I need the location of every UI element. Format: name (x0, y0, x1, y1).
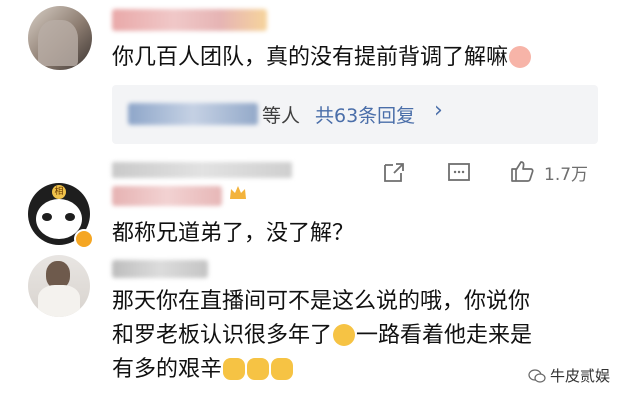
comment-line-2b: 一路看着他走来是 (356, 323, 533, 348)
verified-badge-icon (74, 229, 94, 249)
cat-emoji-icon (247, 358, 270, 380)
wechat-icon (528, 368, 546, 384)
username-blurred[interactable] (112, 9, 267, 31)
timestamp-blurred (112, 162, 292, 178)
reply-users-blurred (128, 103, 258, 125)
comment-line-3-text: 有多的艰辛 (112, 357, 223, 382)
watermark-text: 牛皮贰娱 (550, 367, 611, 385)
username-blurred[interactable] (112, 260, 208, 278)
comment-line-2: 和罗老板认识很多年了 一路看着他走来是 (112, 319, 612, 353)
cat-emoji-icon (223, 358, 246, 380)
laughing-tears-emoji-icon (333, 324, 356, 346)
share-icon[interactable] (381, 160, 407, 184)
username-blurred[interactable] (112, 186, 222, 206)
like-count: 1.7万 (544, 165, 589, 185)
watermark: 牛皮贰娱 (528, 365, 610, 386)
user-avatar[interactable] (28, 255, 90, 317)
comment-text: 都称兄道弟了，没了解？ (112, 221, 355, 246)
avatar-badge: 相 (52, 185, 66, 199)
like-icon[interactable] (508, 158, 536, 184)
cat-emoji-icon (271, 358, 294, 380)
reply-count-link[interactable]: 共63条回复 (315, 101, 415, 128)
user-avatar[interactable] (28, 6, 92, 70)
comment-line-1: 那天你在直播间可不是这么说的哦，你说你 (112, 289, 531, 314)
comment-line-2a: 和罗老板认识很多年了 (112, 323, 333, 348)
comment-text-content: 你几百人团队，真的没有提前背调了解嘛 (112, 45, 509, 70)
fox-emoji-icon (509, 46, 532, 68)
comment-icon[interactable] (446, 160, 472, 184)
crown-icon (228, 184, 248, 202)
comment-text: 你几百人团队，真的没有提前背调了解嘛 (112, 41, 532, 75)
reply-others-label: 等人 (262, 105, 301, 127)
reply-summary[interactable]: 等人 共63条回复 › (112, 85, 598, 144)
chevron-right-icon: › (434, 98, 443, 123)
